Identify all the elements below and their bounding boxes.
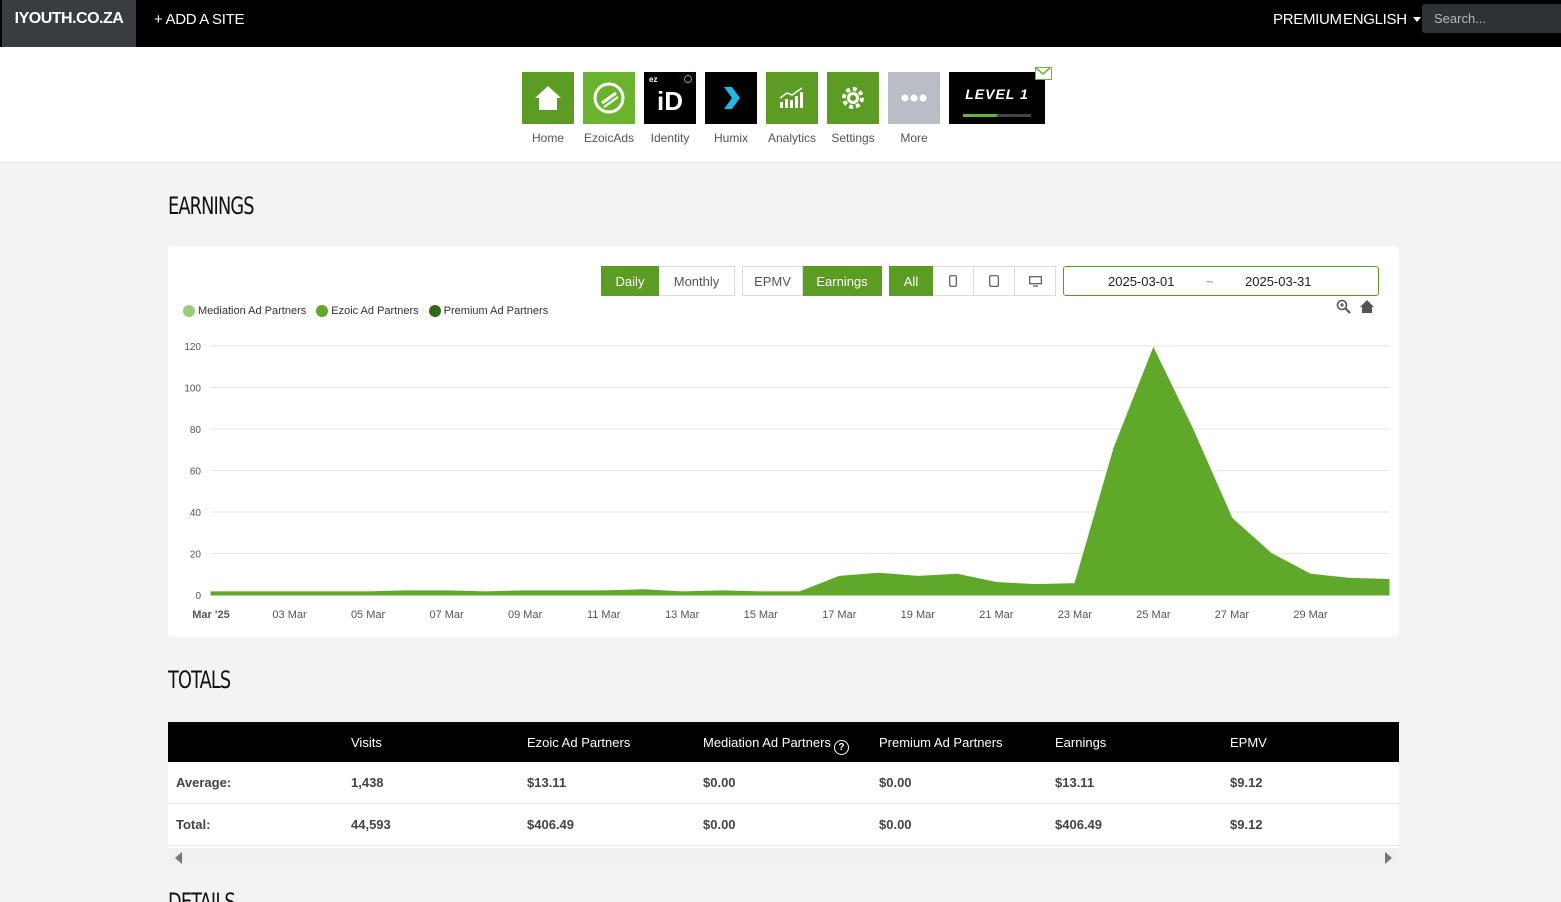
home-icon — [522, 72, 574, 124]
top-navbar: IYOUTH.CO.ZA + ADD A SITE PREMIUM ENGLIS… — [0, 0, 1561, 47]
humix-icon — [705, 72, 757, 124]
app-identity[interactable]: ez iD Identity — [644, 72, 696, 145]
premium-link[interactable]: PREMIUM — [1273, 11, 1342, 28]
x-tick-label: 09 Mar — [508, 609, 543, 621]
y-tick-label: 0 — [195, 591, 201, 602]
x-tick-label: 15 Mar — [744, 609, 779, 621]
cell: $9.12 — [1230, 817, 1263, 832]
cell: $0.00 — [703, 817, 736, 832]
y-tick-label: 40 — [190, 508, 202, 519]
table-header: Visits Ezoic Ad Partners Mediation Ad Pa… — [168, 722, 1399, 762]
app-label: More — [900, 131, 928, 145]
cell: 1,438 — [351, 775, 384, 790]
x-tick-label: 27 Mar — [1215, 609, 1250, 621]
identity-badge-big: iD — [657, 85, 683, 116]
more-icon — [888, 72, 940, 124]
x-tick-label: 23 Mar — [1058, 609, 1093, 621]
y-tick-label: 100 — [184, 384, 201, 395]
identity-badge-small: ez — [649, 75, 658, 84]
x-tick-label: 05 Mar — [351, 609, 386, 621]
level-progress-bar — [963, 114, 1031, 117]
app-humix[interactable]: Humix — [705, 72, 757, 145]
cell: $9.12 — [1230, 775, 1263, 790]
series-area — [210, 346, 1390, 596]
earnings-card: Daily Monthly EPMV Earnings All 2025-03-… — [168, 246, 1399, 637]
y-tick-label: 120 — [184, 342, 201, 353]
cell: $406.49 — [1055, 817, 1102, 832]
app-home[interactable]: Home — [522, 72, 574, 145]
x-tick-label: 11 Mar — [587, 609, 621, 621]
language-label: ENGLISH — [1343, 11, 1407, 28]
x-tick-label: 13 Mar — [665, 609, 700, 621]
x-tick-label: 25 Mar — [1136, 609, 1171, 621]
y-tick-label: 60 — [190, 467, 202, 478]
cell: $0.00 — [703, 775, 736, 790]
col-ezoic: Ezoic Ad Partners — [527, 735, 631, 750]
cell: 44,593 — [351, 817, 391, 832]
x-tick-label: 29 Mar — [1293, 609, 1328, 621]
earnings-title: EARNINGS — [168, 192, 255, 220]
y-tick-label: 80 — [190, 425, 202, 436]
identity-icon: ez iD — [644, 72, 696, 124]
analytics-icon — [766, 72, 818, 124]
totals-table: Visits Ezoic Ad Partners Mediation Ad Pa… — [168, 722, 1399, 866]
totals-title: TOTALS — [168, 666, 231, 694]
table-row: Average: 1,438 $13.11 $0.00 $0.00 $13.11… — [168, 762, 1399, 804]
cell: $13.11 — [527, 775, 567, 790]
y-tick-label: 20 — [190, 550, 202, 561]
level-label: LEVEL 1 — [965, 86, 1029, 102]
language-dropdown[interactable]: ENGLISH — [1343, 11, 1421, 28]
search-input[interactable] — [1422, 4, 1561, 33]
mail-icon[interactable] — [1035, 67, 1052, 80]
col-mediation: Mediation Ad Partners? — [703, 735, 849, 755]
caret-down-icon — [1412, 17, 1421, 22]
x-tick-label: 21 Mar — [979, 609, 1014, 621]
scroll-left-icon[interactable] — [175, 852, 182, 864]
app-analytics[interactable]: Analytics — [766, 72, 818, 145]
x-tick-label: Mar '25 — [192, 609, 229, 621]
level-badge[interactable]: LEVEL 1 — [949, 72, 1045, 124]
cell: $0.00 — [879, 775, 912, 790]
scroll-right-icon[interactable] — [1385, 852, 1392, 864]
app-settings[interactable]: Settings — [827, 72, 879, 145]
help-icon[interactable]: ? — [833, 740, 849, 755]
x-tick-label: 17 Mar — [822, 609, 857, 621]
x-tick-label: 19 Mar — [901, 609, 936, 621]
earnings-chart: 0 20 40 60 80 100 120 Mar '25 03 Mar 05 Mar 07 Mar… — [184, 342, 1390, 621]
col-earnings: Earnings — [1055, 735, 1107, 750]
add-site-link[interactable]: + ADD A SITE — [154, 11, 245, 28]
ezoicads-icon — [583, 72, 635, 124]
app-ezoicads[interactable]: EzoicAds — [583, 72, 635, 145]
app-more[interactable]: More — [888, 72, 940, 145]
col-visits: Visits — [351, 735, 382, 750]
row-label: Total: — [176, 817, 211, 832]
row-label: Average: — [176, 775, 232, 790]
details-title: DETAILS — [168, 888, 236, 902]
horizontal-scrollbar[interactable] — [168, 848, 1399, 866]
app-bar: Home EzoicAds ez iD Identity Humix Analy… — [0, 47, 1561, 163]
table-row: Total: 44,593 $406.49 $0.00 $0.00 $406.4… — [168, 804, 1399, 846]
cell: $13.11 — [1055, 775, 1095, 790]
cell: $0.00 — [879, 817, 912, 832]
col-epmv: EPMV — [1230, 735, 1267, 750]
col-mediation-label: Mediation Ad Partners — [703, 735, 831, 750]
gear-icon — [827, 72, 879, 124]
col-premium: Premium Ad Partners — [879, 735, 1003, 750]
x-tick-label: 07 Mar — [429, 609, 464, 621]
x-tick-label: 03 Mar — [272, 609, 307, 621]
site-selector[interactable]: IYOUTH.CO.ZA — [2, 0, 136, 47]
cell: $406.49 — [527, 817, 574, 832]
